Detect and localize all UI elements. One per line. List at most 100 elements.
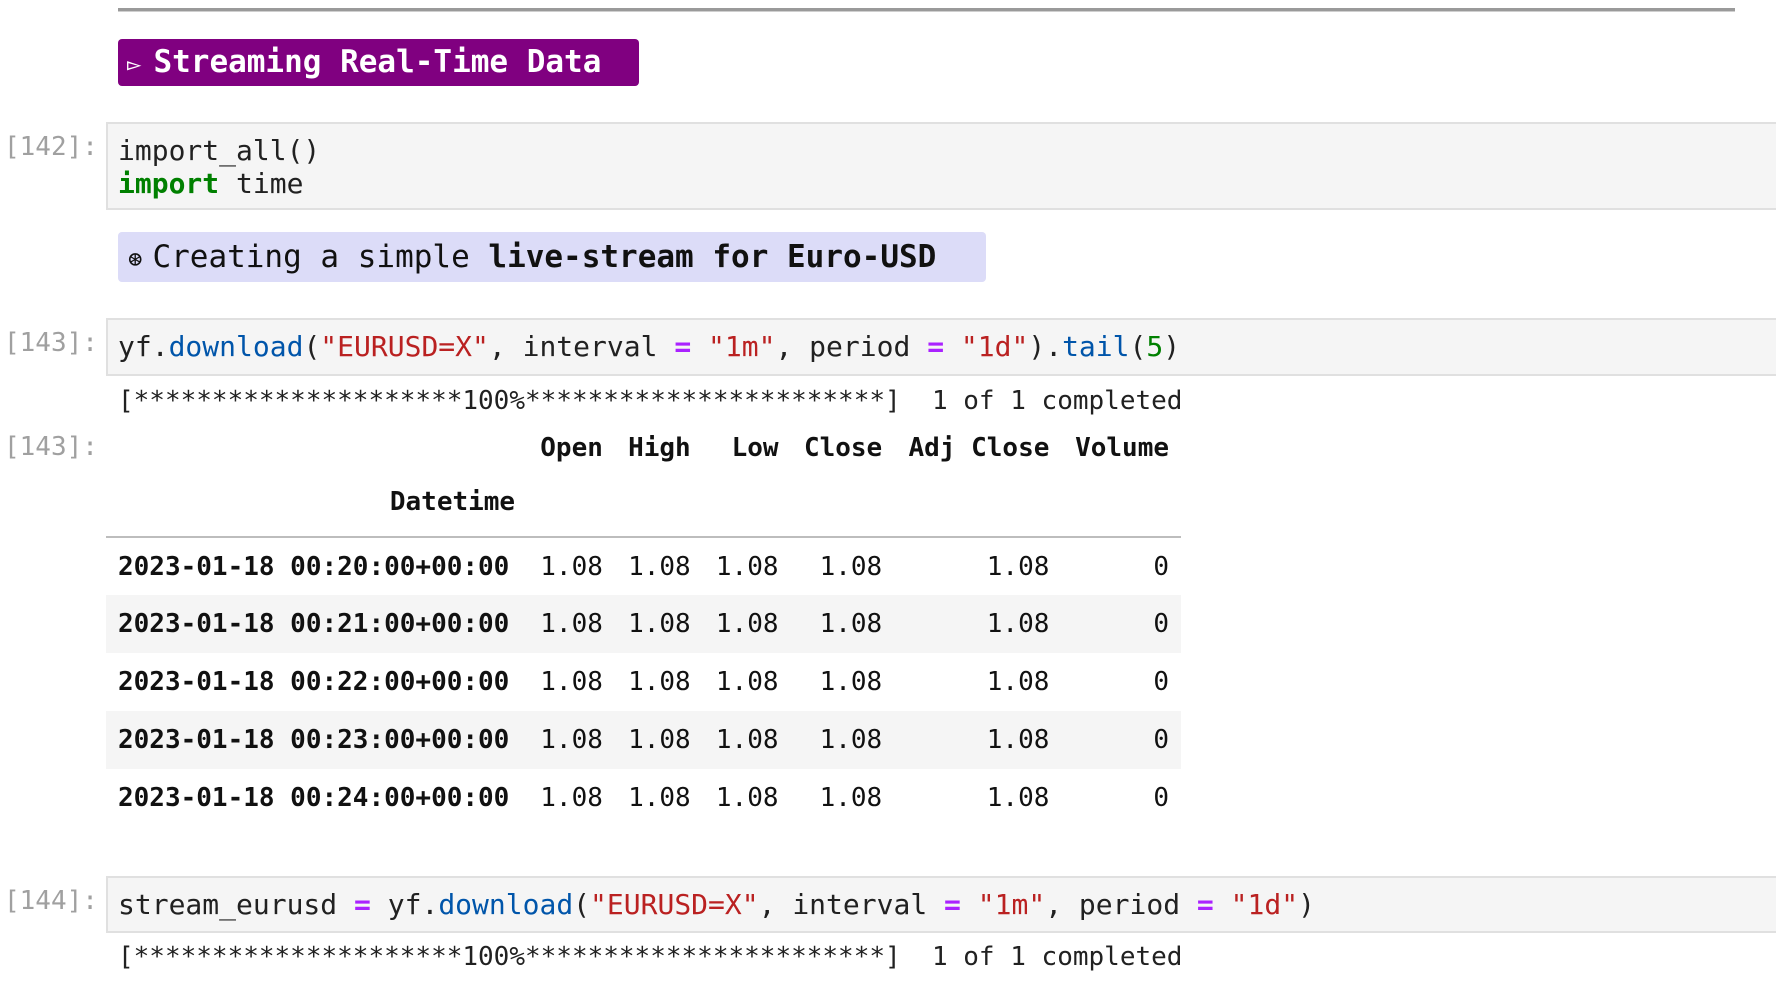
- table-cell: 1.08: [628, 551, 691, 582]
- code-token: import_all(): [118, 134, 321, 167]
- callout-text: Creating a simple: [152, 239, 489, 275]
- code-token: , interval: [758, 888, 945, 921]
- table-cell: 1.08: [986, 783, 1050, 813]
- code-token: , period: [1045, 888, 1197, 921]
- table-cell: 1.08: [540, 609, 603, 639]
- code-token: =: [944, 888, 961, 921]
- callout-bold-text: live-stream for Euro-USD: [488, 239, 937, 275]
- code-token: "1m": [977, 888, 1046, 921]
- code-line: import time: [118, 167, 303, 200]
- column-header: Close: [803, 433, 883, 463]
- table-cell: 1.08: [540, 551, 603, 582]
- code-cell-143[interactable]: yf.download("EURUSD=X", interval = "1m",…: [106, 318, 1776, 376]
- row-index: 2023-01-18 00:22:00+00:00: [118, 667, 510, 697]
- row-index: 2023-01-18 00:21:00+00:00: [118, 609, 510, 639]
- code-token: time: [219, 167, 304, 200]
- code-token: "EURUSD=X": [590, 888, 759, 921]
- code-token: ): [1163, 330, 1181, 363]
- code-token: (: [573, 888, 591, 921]
- table-cell: 0: [1153, 667, 1169, 697]
- table-cell: 1.08: [819, 609, 883, 639]
- output-prompt-143: [143]:: [4, 432, 98, 462]
- table-row: 2023-01-18 00:22:00+00:00 1.08 1.08 1.08 1.0…: [106, 653, 1181, 711]
- table-cell: 1.08: [628, 609, 691, 639]
- code-token: tail: [1062, 330, 1130, 363]
- cell-prompt-143: [143]:: [4, 328, 98, 358]
- table-cell: 1.08: [715, 609, 779, 639]
- code-token: , period: [775, 330, 928, 363]
- table-cell: 0: [1153, 725, 1169, 755]
- code-token: (: [303, 330, 321, 363]
- table-cell: 1.08: [628, 783, 691, 813]
- code-token: stream_eurusd: [118, 888, 355, 921]
- code-token: "1d": [960, 330, 1029, 363]
- code-token: "1d": [1230, 888, 1299, 921]
- asterisk-circle-icon: ⊛: [128, 245, 143, 273]
- code-token: download: [168, 330, 304, 363]
- table-cell: 1.08: [819, 725, 883, 755]
- table-cell: 1.08: [715, 725, 779, 755]
- table-cell: 1.08: [715, 667, 779, 697]
- column-header: Open: [540, 433, 603, 463]
- code-token: =: [927, 330, 945, 363]
- horizontal-rule: [118, 8, 1735, 12]
- markdown-callout: ⊛ Creating a simple live-stream for Euro-…: [118, 232, 986, 282]
- table-cell: 1.08: [986, 667, 1050, 697]
- table-cell: 1.08: [628, 725, 691, 755]
- index-name: Datetime: [389, 487, 516, 517]
- code-line: stream_eurusd = yf.download("EURUSD=X", …: [118, 888, 1315, 921]
- table-cell: 1.08: [819, 783, 883, 813]
- code-token: yf.: [118, 330, 169, 363]
- row-index: 2023-01-18 00:24:00+00:00: [118, 783, 510, 813]
- column-header: Volume: [1075, 433, 1169, 463]
- code-token: =: [1196, 888, 1214, 921]
- code-token: import: [118, 167, 220, 200]
- header-row: Open High Low Close Adj Close Volume: [106, 428, 1181, 468]
- code-line: import_all(): [118, 134, 320, 167]
- section-heading-text: Streaming Real-Time Data: [153, 44, 602, 80]
- table-cell: 1.08: [986, 725, 1050, 755]
- column-header: Low: [731, 433, 779, 463]
- code-token: ).: [1028, 330, 1063, 363]
- code-token: =: [354, 888, 371, 921]
- table-cell: 1.08: [819, 551, 883, 582]
- table-cell: 1.08: [986, 609, 1050, 639]
- table-cell: 1.08: [819, 667, 883, 697]
- table-cell: 1.08: [540, 725, 603, 755]
- table-cell: 0: [1153, 783, 1169, 813]
- column-header: High: [628, 433, 691, 463]
- table-cell: 0: [1153, 609, 1169, 639]
- dataframe-table: Open High Low Close Adj Close Volume Dat…: [106, 428, 1181, 827]
- row-index: 2023-01-18 00:20:00+00:00: [118, 551, 510, 582]
- table-row: 2023-01-18 00:23:00+00:00 1.08 1.08 1.08 1.0…: [106, 711, 1181, 769]
- table-cell: 1.08: [628, 667, 691, 697]
- code-token: download: [438, 888, 574, 921]
- table-cell: 1.08: [540, 783, 603, 813]
- cell-prompt-144: [144]:: [4, 886, 98, 916]
- table-cell: 1.08: [986, 551, 1050, 582]
- table-cell: 1.08: [540, 667, 603, 697]
- index-name-row: Datetime: [106, 468, 1181, 537]
- code-token: (: [1129, 330, 1147, 363]
- progress-output: [*********************100%**************…: [118, 942, 1183, 972]
- section-heading: ▻ Streaming Real-Time Data: [118, 39, 639, 86]
- table-row: 2023-01-18 00:20:00+00:00 1.08 1.08 1.08 1.0…: [106, 537, 1181, 595]
- code-token: "1m": [708, 330, 776, 363]
- triangle-right-icon: ▻: [127, 50, 142, 78]
- code-token: =: [674, 330, 692, 363]
- row-index: 2023-01-18 00:23:00+00:00: [118, 725, 510, 755]
- code-token: ): [1298, 888, 1315, 921]
- table-cell: 0: [1153, 551, 1169, 582]
- code-cell-142[interactable]: import_all() import time: [106, 122, 1776, 210]
- column-header: Adj Close: [908, 433, 1050, 463]
- table-row: 2023-01-18 00:21:00+00:00 1.08 1.08 1.08 1.0…: [106, 595, 1181, 653]
- code-line: yf.download("EURUSD=X", interval = "1m",…: [118, 330, 1180, 363]
- code-token: "EURUSD=X": [320, 330, 489, 363]
- cell-prompt-142: [142]:: [4, 132, 98, 162]
- code-cell-144[interactable]: stream_eurusd = yf.download("EURUSD=X", …: [106, 876, 1776, 933]
- code-token: , interval: [488, 330, 675, 363]
